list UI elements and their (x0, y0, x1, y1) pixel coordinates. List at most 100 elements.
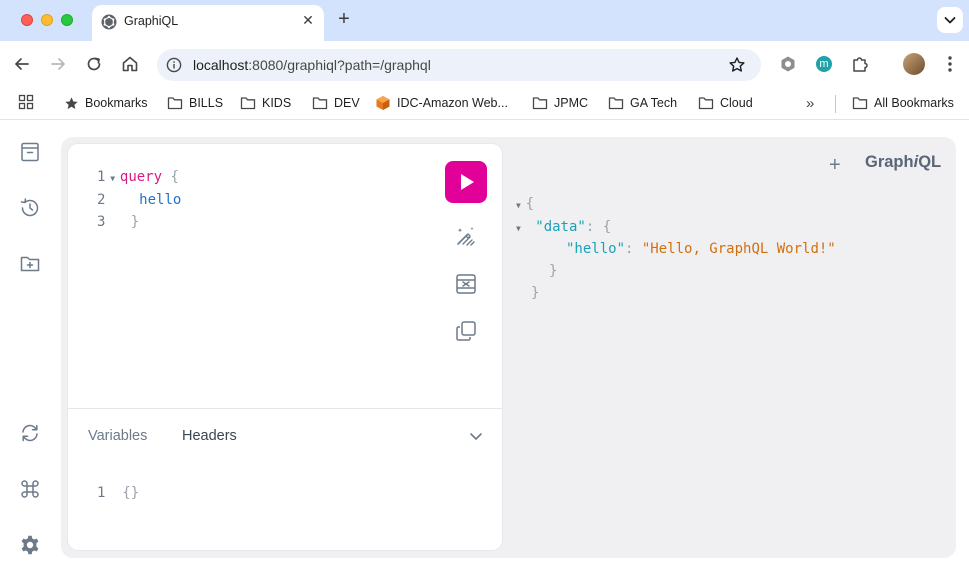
tab-headers[interactable]: Headers (182, 428, 237, 444)
extension-hex-icon[interactable] (778, 54, 798, 74)
fold-arrow-icon[interactable]: ▼ (516, 224, 535, 233)
folder-icon (852, 97, 868, 110)
result-line: ▼ { (516, 193, 534, 215)
profile-avatar[interactable] (903, 53, 925, 75)
back-arrow-icon[interactable] (11, 53, 33, 75)
logo-suffix: QL (918, 153, 942, 171)
bookmark-label: GA Tech (630, 96, 678, 110)
reload-icon[interactable] (83, 53, 105, 75)
prettify-icon[interactable] (454, 224, 478, 248)
tab-search-button[interactable] (937, 7, 963, 33)
result-line: ▼ "data": { (516, 216, 611, 238)
maximize-window-button[interactable] (61, 14, 73, 26)
chevron-down-icon[interactable] (468, 428, 484, 444)
result-brace: } (549, 263, 558, 279)
fold-arrow-icon[interactable]: ▼ (516, 201, 526, 210)
bookmark-label: IDC-Amazon Web... (397, 96, 508, 110)
address-bar[interactable]: localhost:8080/graphiql?path=/graphql (157, 49, 761, 81)
site-info-icon[interactable] (166, 57, 182, 73)
bookmark-label: Bookmarks (85, 96, 148, 110)
folder-icon (312, 97, 328, 110)
merge-fragments-icon[interactable] (454, 272, 478, 296)
result-line: } (549, 260, 557, 282)
browser-toolbar: localhost:8080/graphiql?path=/graphql m (0, 41, 969, 87)
graphiql-app: 1 ▼ query { 2 hello 3 } Variables Header… (0, 121, 969, 577)
bookmark-label: DEV (334, 96, 360, 110)
bookmarks-overflow-button[interactable]: » (806, 93, 814, 113)
add-tab-button[interactable]: + (829, 154, 841, 177)
bookmark-idc-amazon[interactable]: IDC-Amazon Web... (375, 93, 508, 113)
bookmarks-bar: Bookmarks BILLS KIDS DEV IDC-Amazon Web.… (0, 87, 969, 120)
bookmark-jpmc[interactable]: JPMC (532, 93, 588, 113)
folder-icon (532, 97, 548, 110)
bookmark-kids[interactable]: KIDS (240, 93, 291, 113)
chevron-down-icon (944, 17, 956, 24)
url-host: localhost (193, 57, 249, 73)
query-editor-card: 1 ▼ query { 2 hello 3 } Variables Header… (68, 144, 502, 550)
editor-tools-divider (68, 408, 502, 409)
bookmark-ga-tech[interactable]: GA Tech (608, 93, 677, 113)
bookmark-cloud[interactable]: Cloud (698, 93, 753, 113)
play-icon (461, 174, 474, 190)
aws-cube-icon (376, 96, 390, 110)
bookmark-label: Cloud (720, 96, 753, 110)
documentation-explorer-icon[interactable] (19, 141, 41, 163)
bookmark-label: JPMC (554, 96, 589, 110)
tab-variables[interactable]: Variables (88, 428, 147, 444)
result-brace: } (531, 285, 540, 301)
home-icon[interactable] (119, 53, 141, 75)
query-field: hello (139, 192, 182, 208)
new-tab-button[interactable]: + (334, 9, 354, 30)
query-keyword: query (119, 169, 163, 185)
url-text[interactable]: localhost:8080/graphiql?path=/graphql (193, 57, 431, 73)
tab-title: GraphiQL (124, 14, 179, 28)
minimize-window-button[interactable] (41, 14, 53, 26)
code-line: 1 {} (97, 483, 139, 503)
session-panel: 1 ▼ query { 2 hello 3 } Variables Header… (61, 137, 956, 558)
code-line: 1 ▼ query { (97, 167, 179, 187)
folder-icon (167, 97, 183, 110)
fold-arrow-icon[interactable]: ▼ (105, 174, 119, 183)
query-brace-open: { (162, 169, 179, 185)
history-icon[interactable] (19, 197, 41, 219)
bookmark-label: BILLS (189, 96, 224, 110)
result-key-hello: "hello" (566, 241, 626, 257)
result-value-hello: "Hello, GraphQL World!" (641, 241, 836, 257)
result-punct: : { (585, 219, 612, 235)
query-brace-close: } (130, 214, 140, 230)
forward-arrow-icon[interactable] (47, 53, 69, 75)
close-window-button[interactable] (21, 14, 33, 26)
url-path: :8080/graphiql?path=/graphql (248, 57, 431, 73)
result-brace: { (525, 196, 535, 212)
graphiql-favicon-icon (101, 14, 117, 30)
code-line: 2 hello (97, 190, 181, 210)
folder-icon (608, 97, 624, 110)
bookmark-dev[interactable]: DEV (312, 93, 360, 113)
result-colon: : (625, 241, 642, 257)
bookmark-bills[interactable]: BILLS (167, 93, 223, 113)
execute-query-button[interactable] (445, 161, 487, 203)
bookmark-star-icon[interactable] (728, 56, 746, 74)
folder-icon (240, 97, 256, 110)
apps-grid-icon[interactable] (18, 94, 34, 110)
extension-m-icon[interactable]: m (816, 56, 832, 72)
extensions-puzzle-icon[interactable] (850, 54, 870, 74)
bookmarks-separator (835, 95, 836, 113)
more-menu-icon[interactable] (943, 53, 957, 75)
result-key-data: "data" (535, 219, 586, 235)
tab-strip: GraphiQL ✕ + (0, 0, 969, 41)
graphiql-logo[interactable]: GraphiQL (865, 153, 941, 172)
copy-query-icon[interactable] (454, 319, 478, 343)
bookmark-label: All Bookmarks (874, 96, 954, 110)
settings-gear-icon[interactable] (19, 534, 41, 556)
tab-close-icon[interactable]: ✕ (300, 12, 316, 28)
folder-icon (698, 97, 714, 110)
result-line: } (531, 282, 539, 304)
bookmark-bookmarks[interactable]: Bookmarks (64, 93, 148, 113)
refetch-schema-icon[interactable] (19, 422, 41, 444)
browser-tab[interactable]: GraphiQL ✕ (92, 5, 324, 41)
bookmark-all-bookmarks[interactable]: All Bookmarks (852, 93, 954, 113)
add-folder-icon[interactable] (19, 253, 41, 275)
code-line: 3 } (97, 212, 139, 232)
keyboard-shortcuts-icon[interactable] (19, 478, 41, 500)
